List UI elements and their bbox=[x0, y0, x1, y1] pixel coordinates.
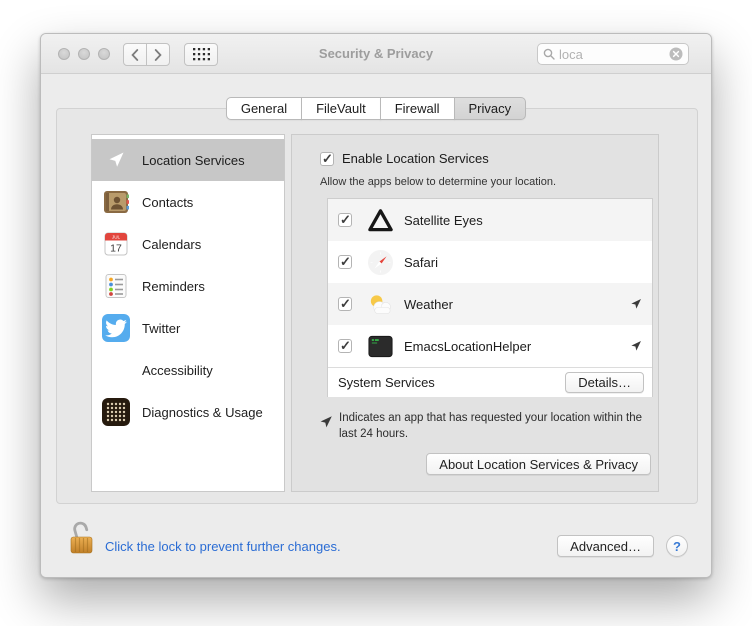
search-icon bbox=[543, 48, 555, 60]
recent-location-note: Indicates an app that has requested your… bbox=[339, 411, 651, 442]
lock-icon[interactable] bbox=[67, 520, 97, 560]
app-checkbox[interactable] bbox=[338, 255, 352, 269]
emacs-icon bbox=[367, 333, 394, 360]
svg-text:JUL: JUL bbox=[112, 235, 121, 240]
calendars-icon: JUL 17 bbox=[102, 230, 130, 258]
twitter-icon bbox=[102, 314, 130, 342]
security-privacy-window: Security & Privacy General FileVault Fir… bbox=[40, 33, 712, 578]
sidebar-item-contacts[interactable]: Contacts bbox=[92, 181, 284, 223]
help-button[interactable]: ? bbox=[666, 535, 688, 557]
sidebar-item-location-services[interactable]: Location Services bbox=[92, 139, 284, 181]
weather-icon bbox=[367, 291, 394, 318]
location-services-panel: Enable Location Services Allow the apps … bbox=[291, 134, 659, 492]
footer-bar: Click the lock to prevent further change… bbox=[41, 504, 711, 578]
sidebar-item-reminders[interactable]: Reminders bbox=[92, 265, 284, 307]
recent-location-arrow-icon bbox=[630, 298, 642, 310]
contacts-icon bbox=[102, 188, 130, 216]
recent-location-arrow-icon bbox=[630, 340, 642, 352]
privacy-pane: Location Services Contacts JUL17 Calenda… bbox=[56, 108, 698, 504]
lock-hint-text[interactable]: Click the lock to prevent further change… bbox=[105, 539, 341, 554]
tab-firewall[interactable]: Firewall bbox=[380, 97, 455, 120]
location-icon bbox=[102, 146, 130, 174]
system-services-label: System Services bbox=[338, 375, 435, 390]
reminders-icon bbox=[102, 272, 130, 300]
app-checkbox[interactable] bbox=[338, 213, 352, 227]
about-location-services-button[interactable]: About Location Services & Privacy bbox=[426, 453, 651, 475]
location-apps-list: Satellite Eyes Safari bbox=[327, 198, 653, 397]
tab-filevault[interactable]: FileVault bbox=[301, 97, 381, 120]
app-row-weather[interactable]: Weather bbox=[328, 283, 652, 325]
app-row-satellite-eyes[interactable]: Satellite Eyes bbox=[328, 199, 652, 241]
titlebar: Security & Privacy bbox=[41, 34, 711, 74]
system-services-row: System Services Details… bbox=[328, 367, 652, 397]
details-button[interactable]: Details… bbox=[565, 372, 644, 393]
clear-search-icon[interactable] bbox=[669, 47, 683, 61]
tab-general[interactable]: General bbox=[226, 97, 302, 120]
app-checkbox[interactable] bbox=[338, 339, 352, 353]
sidebar-item-twitter[interactable]: Twitter bbox=[92, 307, 284, 349]
tab-bar: General FileVault Firewall Privacy bbox=[41, 97, 711, 120]
search-input[interactable] bbox=[559, 47, 665, 62]
enable-location-services-label: Enable Location Services bbox=[342, 151, 489, 166]
enable-location-services-checkbox[interactable] bbox=[320, 152, 334, 166]
accessibility-icon bbox=[102, 356, 130, 384]
sidebar-item-accessibility[interactable]: Accessibility bbox=[92, 349, 284, 391]
location-arrow-icon bbox=[319, 415, 333, 429]
sidebar-item-calendars[interactable]: JUL17 Calendars bbox=[92, 223, 284, 265]
app-checkbox[interactable] bbox=[338, 297, 352, 311]
privacy-sidebar: Location Services Contacts JUL17 Calenda… bbox=[91, 134, 285, 492]
tab-privacy[interactable]: Privacy bbox=[454, 97, 527, 120]
diagnostics-icon bbox=[102, 398, 130, 426]
search-field[interactable] bbox=[537, 43, 689, 65]
svg-text:17: 17 bbox=[110, 243, 122, 255]
app-row-emacslocationhelper[interactable]: EmacsLocationHelper bbox=[328, 325, 652, 367]
satellite-icon bbox=[367, 207, 394, 234]
safari-icon bbox=[367, 249, 394, 276]
panel-description: Allow the apps below to determine your l… bbox=[320, 176, 556, 188]
sidebar-item-diagnostics-usage[interactable]: Diagnostics & Usage bbox=[92, 391, 284, 433]
app-row-safari[interactable]: Safari bbox=[328, 241, 652, 283]
advanced-button[interactable]: Advanced… bbox=[557, 535, 654, 557]
